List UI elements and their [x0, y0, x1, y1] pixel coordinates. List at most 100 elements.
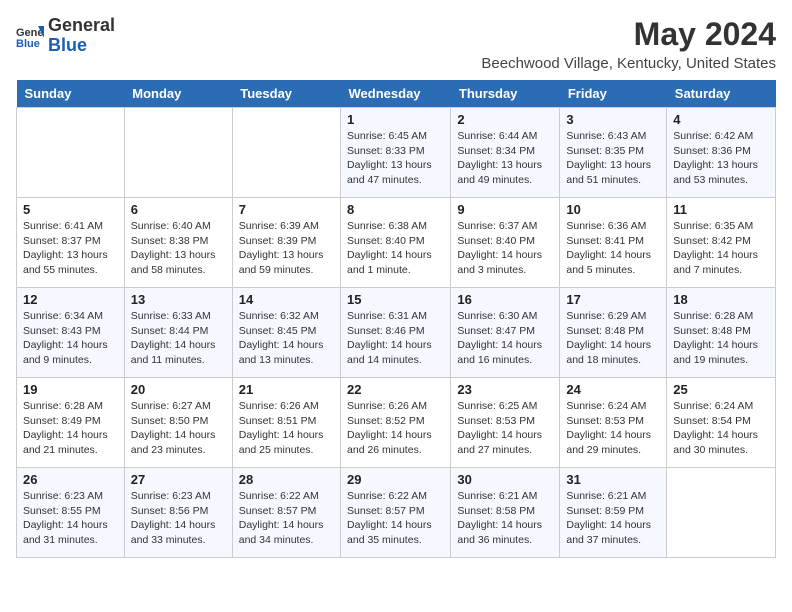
day-number: 3	[566, 112, 660, 127]
day-number: 15	[347, 292, 444, 307]
day-info: Sunrise: 6:24 AM Sunset: 8:53 PM Dayligh…	[566, 399, 660, 458]
day-info: Sunrise: 6:29 AM Sunset: 8:48 PM Dayligh…	[566, 309, 660, 368]
day-number: 31	[566, 472, 660, 487]
table-row: 22 Sunrise: 6:26 AM Sunset: 8:52 PM Dayli…	[341, 378, 451, 468]
table-row: 4 Sunrise: 6:42 AM Sunset: 8:36 PM Daylig…	[667, 108, 776, 198]
day-number: 19	[23, 382, 118, 397]
day-number: 12	[23, 292, 118, 307]
day-number: 21	[239, 382, 334, 397]
title-area: May 2024 Beechwood Village, Kentucky, Un…	[481, 16, 776, 72]
day-info: Sunrise: 6:35 AM Sunset: 8:42 PM Dayligh…	[673, 219, 769, 278]
day-info: Sunrise: 6:42 AM Sunset: 8:36 PM Dayligh…	[673, 129, 769, 188]
day-number: 10	[566, 202, 660, 217]
day-info: Sunrise: 6:25 AM Sunset: 8:53 PM Dayligh…	[457, 399, 553, 458]
day-info: Sunrise: 6:43 AM Sunset: 8:35 PM Dayligh…	[566, 129, 660, 188]
day-number: 6	[131, 202, 226, 217]
logo-icon: General Blue	[16, 22, 44, 50]
table-row	[124, 108, 232, 198]
table-row: 15 Sunrise: 6:31 AM Sunset: 8:46 PM Dayli…	[341, 288, 451, 378]
day-number: 5	[23, 202, 118, 217]
day-info: Sunrise: 6:23 AM Sunset: 8:56 PM Dayligh…	[131, 489, 226, 548]
day-number: 28	[239, 472, 334, 487]
day-number: 18	[673, 292, 769, 307]
day-info: Sunrise: 6:28 AM Sunset: 8:48 PM Dayligh…	[673, 309, 769, 368]
calendar-week-5: 26 Sunrise: 6:23 AM Sunset: 8:55 PM Dayli…	[17, 468, 776, 558]
table-row: 21 Sunrise: 6:26 AM Sunset: 8:51 PM Dayli…	[232, 378, 340, 468]
day-info: Sunrise: 6:32 AM Sunset: 8:45 PM Dayligh…	[239, 309, 334, 368]
table-row	[232, 108, 340, 198]
header-wednesday: Wednesday	[341, 80, 451, 108]
day-number: 13	[131, 292, 226, 307]
table-row: 23 Sunrise: 6:25 AM Sunset: 8:53 PM Dayli…	[451, 378, 560, 468]
day-info: Sunrise: 6:34 AM Sunset: 8:43 PM Dayligh…	[23, 309, 118, 368]
table-row: 12 Sunrise: 6:34 AM Sunset: 8:43 PM Dayli…	[17, 288, 125, 378]
table-row: 1Sunrise: 6:45 AM Sunset: 8:33 PM Daylig…	[341, 108, 451, 198]
day-info: Sunrise: 6:22 AM Sunset: 8:57 PM Dayligh…	[347, 489, 444, 548]
calendar-week-4: 19Sunrise: 6:28 AM Sunset: 8:49 PM Dayli…	[17, 378, 776, 468]
table-row: 11 Sunrise: 6:35 AM Sunset: 8:42 PM Dayli…	[667, 198, 776, 288]
day-info: Sunrise: 6:39 AM Sunset: 8:39 PM Dayligh…	[239, 219, 334, 278]
day-number: 4	[673, 112, 769, 127]
day-number: 1	[347, 112, 444, 127]
day-number: 29	[347, 472, 444, 487]
table-row: 18 Sunrise: 6:28 AM Sunset: 8:48 PM Dayli…	[667, 288, 776, 378]
day-info: Sunrise: 6:44 AM Sunset: 8:34 PM Dayligh…	[457, 129, 553, 188]
header-monday: Monday	[124, 80, 232, 108]
day-info: Sunrise: 6:22 AM Sunset: 8:57 PM Dayligh…	[239, 489, 334, 548]
day-number: 7	[239, 202, 334, 217]
table-row: 30 Sunrise: 6:21 AM Sunset: 8:58 PM Dayli…	[451, 468, 560, 558]
table-row: 6Sunrise: 6:40 AM Sunset: 8:38 PM Daylig…	[124, 198, 232, 288]
table-row: 19Sunrise: 6:28 AM Sunset: 8:49 PM Dayli…	[17, 378, 125, 468]
table-row: 8Sunrise: 6:38 AM Sunset: 8:40 PM Daylig…	[341, 198, 451, 288]
table-row: 25Sunrise: 6:24 AM Sunset: 8:54 PM Dayli…	[667, 378, 776, 468]
calendar-week-2: 5 Sunrise: 6:41 AM Sunset: 8:37 PM Daylig…	[17, 198, 776, 288]
day-number: 23	[457, 382, 553, 397]
calendar-week-3: 12 Sunrise: 6:34 AM Sunset: 8:43 PM Dayli…	[17, 288, 776, 378]
day-number: 26	[23, 472, 118, 487]
svg-text:Blue: Blue	[16, 38, 40, 50]
day-number: 16	[457, 292, 553, 307]
table-row: 14 Sunrise: 6:32 AM Sunset: 8:45 PM Dayli…	[232, 288, 340, 378]
table-row: 26 Sunrise: 6:23 AM Sunset: 8:55 PM Dayli…	[17, 468, 125, 558]
day-info: Sunrise: 6:31 AM Sunset: 8:46 PM Dayligh…	[347, 309, 444, 368]
calendar-header-row: SundayMondayTuesdayWednesdayThursdayFrid…	[17, 80, 776, 108]
main-title: May 2024	[481, 16, 776, 53]
day-info: Sunrise: 6:41 AM Sunset: 8:37 PM Dayligh…	[23, 219, 118, 278]
table-row: 31 Sunrise: 6:21 AM Sunset: 8:59 PM Dayli…	[560, 468, 667, 558]
header-friday: Friday	[560, 80, 667, 108]
logo: General Blue General Blue	[16, 16, 115, 56]
calendar-table: SundayMondayTuesdayWednesdayThursdayFrid…	[16, 80, 776, 558]
table-row: 17 Sunrise: 6:29 AM Sunset: 8:48 PM Dayli…	[560, 288, 667, 378]
day-number: 25	[673, 382, 769, 397]
table-row: 29 Sunrise: 6:22 AM Sunset: 8:57 PM Dayli…	[341, 468, 451, 558]
table-row: 27 Sunrise: 6:23 AM Sunset: 8:56 PM Dayli…	[124, 468, 232, 558]
day-info: Sunrise: 6:21 AM Sunset: 8:59 PM Dayligh…	[566, 489, 660, 548]
day-info: Sunrise: 6:26 AM Sunset: 8:51 PM Dayligh…	[239, 399, 334, 458]
day-number: 17	[566, 292, 660, 307]
day-number: 30	[457, 472, 553, 487]
table-row: 13 Sunrise: 6:33 AM Sunset: 8:44 PM Dayli…	[124, 288, 232, 378]
header-thursday: Thursday	[451, 80, 560, 108]
day-number: 11	[673, 202, 769, 217]
subtitle: Beechwood Village, Kentucky, United Stat…	[481, 55, 776, 72]
day-number: 14	[239, 292, 334, 307]
table-row	[667, 468, 776, 558]
day-info: Sunrise: 6:30 AM Sunset: 8:47 PM Dayligh…	[457, 309, 553, 368]
table-row: 28 Sunrise: 6:22 AM Sunset: 8:57 PM Dayli…	[232, 468, 340, 558]
header-sunday: Sunday	[17, 80, 125, 108]
day-info: Sunrise: 6:33 AM Sunset: 8:44 PM Dayligh…	[131, 309, 226, 368]
table-row: 2 Sunrise: 6:44 AM Sunset: 8:34 PM Daylig…	[451, 108, 560, 198]
table-row: 16 Sunrise: 6:30 AM Sunset: 8:47 PM Dayli…	[451, 288, 560, 378]
day-info: Sunrise: 6:26 AM Sunset: 8:52 PM Dayligh…	[347, 399, 444, 458]
day-number: 2	[457, 112, 553, 127]
day-info: Sunrise: 6:27 AM Sunset: 8:50 PM Dayligh…	[131, 399, 226, 458]
header-saturday: Saturday	[667, 80, 776, 108]
day-info: Sunrise: 6:23 AM Sunset: 8:55 PM Dayligh…	[23, 489, 118, 548]
day-number: 22	[347, 382, 444, 397]
day-info: Sunrise: 6:36 AM Sunset: 8:41 PM Dayligh…	[566, 219, 660, 278]
header: General Blue General Blue May 2024 Beech…	[16, 16, 776, 72]
table-row: 7 Sunrise: 6:39 AM Sunset: 8:39 PM Daylig…	[232, 198, 340, 288]
header-tuesday: Tuesday	[232, 80, 340, 108]
day-number: 27	[131, 472, 226, 487]
day-info: Sunrise: 6:21 AM Sunset: 8:58 PM Dayligh…	[457, 489, 553, 548]
